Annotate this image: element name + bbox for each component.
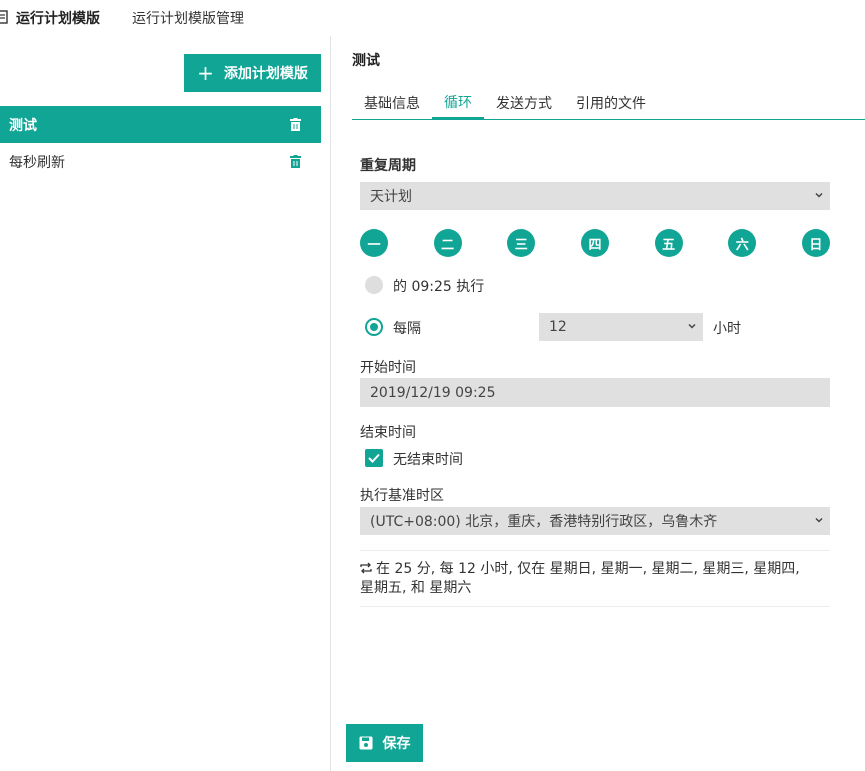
start-time-input[interactable] [360,378,830,407]
no-end-time-checkbox[interactable] [365,449,383,467]
summary-line-1: 在 25 分, 每 12 小时, 仅在 星期日, 星期一, 星期二, 星期三, … [376,561,800,577]
repeat-icon [360,562,372,574]
trash-icon[interactable] [290,155,301,168]
day-sunday[interactable]: 日 [801,229,830,257]
timezone-label: 执行基准时区 [360,488,444,504]
template-item-label: 测试 [9,117,37,134]
weekday-selector: 一 二 三 四 五 六 日 [360,229,830,257]
template-item-label: 每秒刷新 [9,154,65,171]
save-button[interactable]: 保存 [346,724,423,762]
save-label: 保存 [382,736,411,752]
tab-referenced-files[interactable]: 引用的文件 [564,86,658,120]
chevron-down-icon [688,323,696,329]
day-tuesday[interactable]: 二 [433,229,462,257]
chevron-down-icon [815,192,823,198]
interval-hours-value: 12 [549,319,567,335]
tab-basic-info[interactable]: 基础信息 [352,86,432,120]
add-template-button[interactable]: + 添加计划模版 [184,54,321,92]
template-item[interactable]: 每秒刷新 [0,143,321,180]
app-title: 运行计划模版 [16,11,100,27]
schedule-summary: 在 25 分, 每 12 小时, 仅在 星期日, 星期一, 星期二, 星期三, … [360,550,830,607]
no-end-time-label: 无结束时间 [393,452,463,468]
interval-label: 每隔 [393,321,421,337]
template-list: 测试 每秒刷新 [0,106,321,180]
day-saturday[interactable]: 六 [728,229,757,257]
template-sidebar: + 添加计划模版 测试 每秒刷新 [0,36,331,771]
repeat-period-label: 重复周期 [360,158,416,174]
trash-icon[interactable] [290,118,301,131]
day-monday[interactable]: 一 [360,229,388,257]
chevron-down-icon [815,517,823,523]
start-time-label: 开始时间 [360,360,416,376]
plus-icon: + [197,61,214,85]
at-time-label: 的 09:25 执行 [393,279,485,295]
timezone-value: (UTC+08:00) 北京，重庆，香港特别行政区，乌鲁木齐 [370,514,718,530]
template-detail: 测试 基础信息 循环 发送方式 引用的文件 重复周期 天计划 一 二 三 四 五… [332,36,865,771]
end-time-label: 结束时间 [360,425,416,441]
at-time-radio[interactable] [365,276,383,294]
interval-unit-label: 小时 [713,321,741,337]
repeat-period-value: 天计划 [370,189,412,205]
tab-delivery-method[interactable]: 发送方式 [484,86,564,120]
day-friday[interactable]: 五 [654,229,683,257]
day-thursday[interactable]: 四 [580,229,609,257]
nav-link-template-management[interactable]: 运行计划模版管理 [132,8,244,28]
checkmark-icon [368,453,380,463]
page-title: 测试 [352,53,380,69]
top-bar: 运行计划模版 运行计划模版管理 [0,0,865,36]
floppy-disk-icon [359,736,372,750]
repeat-period-select[interactable]: 天计划 [360,182,830,210]
timezone-select[interactable]: (UTC+08:00) 北京，重庆，香港特别行政区，乌鲁木齐 [360,507,830,535]
interval-radio[interactable] [365,318,383,336]
add-template-label: 添加计划模版 [223,66,308,82]
tab-recurrence[interactable]: 循环 [432,86,484,120]
interval-hours-select[interactable]: 12 [539,313,703,341]
template-item-selected[interactable]: 测试 [0,106,321,143]
summary-line-2: 星期五, 和 星期六 [360,580,472,596]
day-wednesday[interactable]: 三 [507,229,536,257]
template-icon [0,10,8,24]
tab-bar: 基础信息 循环 发送方式 引用的文件 [352,86,865,120]
